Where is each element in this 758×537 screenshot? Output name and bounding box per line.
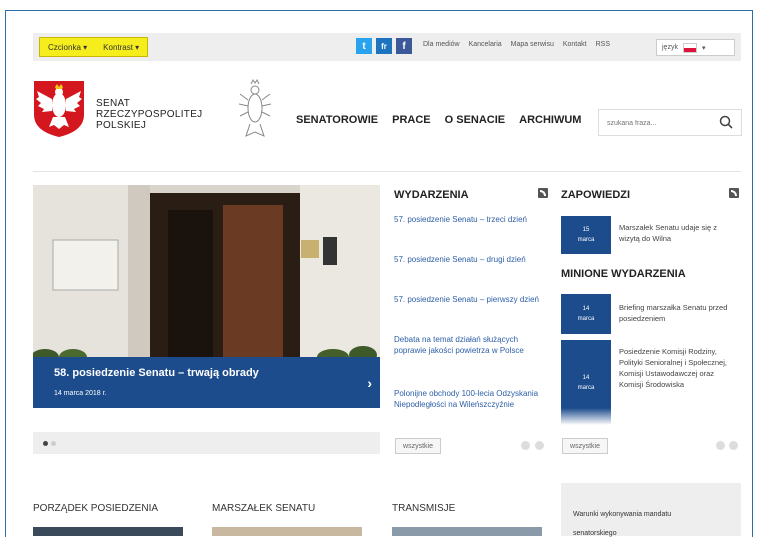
rss-icon[interactable] (538, 188, 548, 198)
language-label: język (662, 44, 678, 51)
side-links-box: Warunki wykonywania mandatu senatorskieg… (561, 483, 741, 537)
utility-links: Dla mediów Kancelaria Mapa serwisu Konta… (423, 41, 610, 48)
event-link[interactable]: 57. posiedzenie Senatu – pierwszy dzień (394, 294, 544, 305)
brand-line-1: SENAT (96, 98, 131, 109)
slider-dot[interactable] (51, 441, 56, 446)
broadcast-thumbnail[interactable] (392, 527, 542, 536)
facebook-icon[interactable]: f (396, 38, 412, 54)
rss-icon[interactable] (729, 188, 739, 198)
link-contact[interactable]: Kontakt (563, 41, 587, 48)
polish-flag-icon (682, 42, 697, 53)
search-box (598, 109, 742, 136)
date-month: marca (577, 316, 595, 322)
font-size-dropdown[interactable]: Czcionka ▾ (48, 43, 87, 52)
link-sitemap[interactable]: Mapa serwisu (511, 41, 554, 48)
date-day: 15 (582, 227, 590, 233)
flickr-icon[interactable]: fr (376, 38, 392, 54)
date-box: 14 marca (561, 340, 611, 425)
nav-prace[interactable]: PRACE (392, 114, 431, 126)
scroll-down-icon[interactable] (535, 441, 544, 450)
events-list: 57. posiedzenie Senatu – trzeci dzień 57… (394, 214, 544, 428)
wydarzenia-heading: WYDARZENIA (394, 189, 469, 201)
nav-senatorowie[interactable]: SENATOROWIE (296, 114, 378, 126)
event-link[interactable]: Debata na temat działań służących popraw… (394, 334, 544, 356)
accessibility-controls: Czcionka ▾ Kontrast ▾ (39, 37, 149, 57)
agenda-thumbnail[interactable] (33, 527, 183, 536)
porzadek-heading[interactable]: PORZĄDEK POSIEDZENIA (33, 503, 158, 514)
main-navigation: SENATOROWIE PRACE O SENACIE ARCHIWUM (296, 114, 581, 126)
scroll-up-icon[interactable] (521, 441, 530, 450)
hero-date: 14 marca 2018 r. (54, 390, 107, 397)
site-brand[interactable]: SENAT RZECZYPOSPOLITEJ POLSKIEJ (96, 98, 202, 131)
contrast-dropdown[interactable]: Kontrast ▾ (103, 43, 139, 52)
senate-emblem (238, 79, 272, 137)
polish-eagle-logo[interactable] (34, 81, 84, 137)
marszalek-heading[interactable]: MARSZAŁEK SENATU (212, 503, 315, 514)
header-divider (33, 171, 741, 172)
date-month: marca (577, 384, 595, 391)
language-selector[interactable]: język ▾ (656, 39, 735, 56)
event-link[interactable]: 57. posiedzenie Senatu – trzeci dzień (394, 214, 544, 225)
hero-title: 58. posiedzenie Senatu – trwają obrady (54, 367, 259, 379)
minione-heading: MINIONE WYDARZENIA (561, 268, 686, 280)
past-event-text: Briefing marszałka Senatu przed posiedze… (619, 303, 728, 323)
announcement-card[interactable]: 15 marca Marszałek Senatu udaje się z wi… (561, 216, 740, 254)
announcement-text: Marszałek Senatu udaje się z wizytą do W… (619, 223, 717, 243)
date-day: 14 (582, 306, 590, 312)
wydarzenia-all-button[interactable]: wszystkie (395, 438, 441, 454)
nav-o-senacie[interactable]: O SENACIE (445, 114, 506, 126)
chevron-right-icon[interactable]: › (367, 375, 372, 391)
twitter-icon[interactable]: t (356, 38, 372, 54)
side-link[interactable]: Warunki wykonywania mandatu (573, 511, 671, 518)
past-event-card[interactable]: 14 marca Posiedzenie Komisji Rodziny, Po… (561, 340, 740, 425)
slider-pager (33, 432, 380, 454)
link-media[interactable]: Dla mediów (423, 41, 460, 48)
date-day: 14 (582, 374, 590, 381)
date-box: 14 marca (561, 294, 611, 334)
zapowiedzi-heading: ZAPOWIEDZI (561, 189, 631, 201)
past-event-card[interactable]: 14 marca Briefing marszałka Senatu przed… (561, 294, 740, 334)
link-kancelaria[interactable]: Kancelaria (469, 41, 502, 48)
marshal-thumbnail[interactable] (212, 527, 362, 536)
date-month: marca (577, 237, 595, 243)
scroll-down-icon[interactable] (729, 441, 738, 450)
event-link[interactable]: Polonijne obchody 100-lecia Odzyskania N… (394, 388, 544, 410)
social-links: t fr f (356, 38, 412, 54)
brand-line-2: RZECZYPOSPOLITEJ (96, 109, 203, 120)
nav-archiwum[interactable]: ARCHIWUM (519, 114, 581, 126)
minione-all-button[interactable]: wszystkie (562, 438, 608, 454)
date-box: 15 marca (561, 216, 611, 254)
search-icon[interactable] (719, 115, 733, 129)
event-link[interactable]: 57. posiedzenie Senatu – drugi dzień (394, 254, 544, 265)
slider-dot-active[interactable] (43, 441, 48, 446)
transmisje-heading[interactable]: TRANSMISJE (392, 503, 455, 514)
past-event-text: Posiedzenie Komisji Rodziny, Polityki Se… (619, 347, 727, 389)
search-input[interactable] (605, 115, 709, 131)
top-bar: Czcionka ▾ Kontrast ▾ t fr f Dla mediów … (33, 33, 741, 61)
link-rss[interactable]: RSS (596, 41, 610, 48)
hero-caption[interactable]: 58. posiedzenie Senatu – trwają obrady 1… (33, 357, 380, 408)
brand-line-3: POLSKIEJ (96, 120, 147, 131)
scroll-up-icon[interactable] (716, 441, 725, 450)
chevron-down-icon: ▾ (701, 44, 706, 52)
